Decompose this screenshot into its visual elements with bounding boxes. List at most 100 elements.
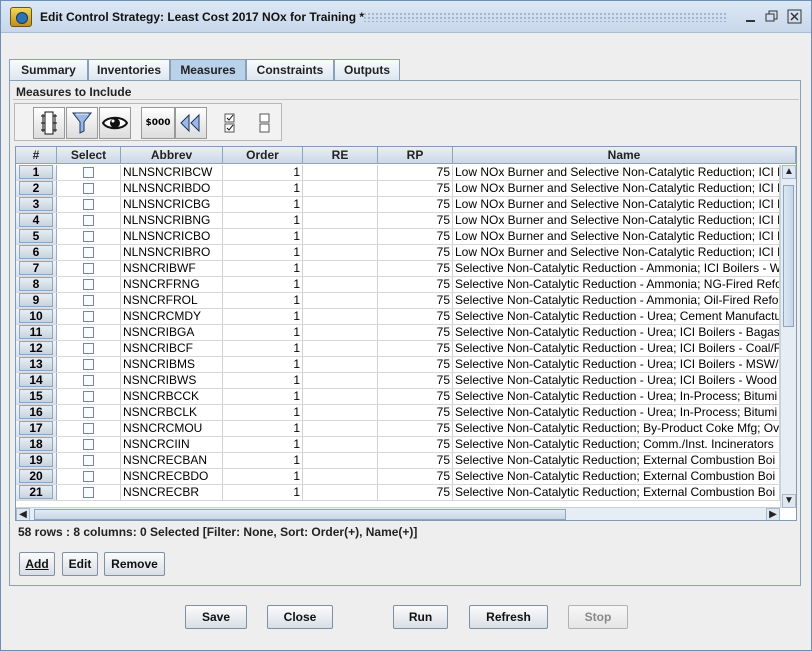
vertical-scrollbar[interactable]: ▲ ▼ <box>780 165 796 508</box>
rp-cell: 75 <box>378 181 453 196</box>
view-icon[interactable] <box>99 107 131 139</box>
remove-measure-button[interactable]: Remove <box>104 552 165 576</box>
abbrev-cell: NLNSNCRICBG <box>121 197 223 212</box>
scroll-left-icon[interactable]: ◀ <box>16 508 30 520</box>
table-row[interactable]: 8 NSNCRFRNG 1 75 Selective Non-Catalytic… <box>16 277 780 293</box>
row-select-checkbox[interactable] <box>83 183 94 194</box>
row-select-checkbox[interactable] <box>83 279 94 290</box>
rp-cell: 75 <box>378 293 453 308</box>
row-select-checkbox[interactable] <box>83 439 94 450</box>
run-button[interactable]: Run <box>393 605 448 629</box>
row-select-checkbox[interactable] <box>83 487 94 498</box>
table-row[interactable]: 16 NSNCRBCLK 1 75 Selective Non-Catalyti… <box>16 405 780 421</box>
table-row[interactable]: 2 NLNSNCRIBDO 1 75 Low NOx Burner and Se… <box>16 181 780 197</box>
name-cell: Selective Non-Catalytic Reduction - Urea… <box>455 325 780 340</box>
order-cell: 1 <box>223 309 303 324</box>
name-cell: Selective Non-Catalytic Reduction; Exter… <box>453 469 780 484</box>
sort-columns-icon[interactable] <box>33 107 65 139</box>
refresh-button[interactable]: Refresh <box>469 605 548 629</box>
rp-cell: 75 <box>378 325 453 340</box>
row-select-checkbox[interactable] <box>83 231 94 242</box>
row-select-checkbox[interactable] <box>83 375 94 386</box>
row-select-checkbox[interactable] <box>83 407 94 418</box>
column-header-number[interactable]: # <box>16 147 57 164</box>
column-header-order[interactable]: Order <box>223 147 303 164</box>
column-header-rp[interactable]: RP <box>378 147 453 164</box>
row-number: 1 <box>16 165 57 180</box>
table-header: # Select Abbrev Order RE RP Name <box>16 147 796 164</box>
order-cell: 1 <box>223 469 303 484</box>
table-row[interactable]: 6 NLNSNCRIBRO 1 75 Low NOx Burner and Se… <box>16 245 780 261</box>
row-number: 14 <box>16 373 57 388</box>
row-select-checkbox[interactable] <box>83 167 94 178</box>
table-row[interactable]: 3 NLNSNCRICBG 1 75 Low NOx Burner and Se… <box>16 197 780 213</box>
row-select-checkbox[interactable] <box>83 199 94 210</box>
tab-constraints[interactable]: Constraints <box>246 59 334 81</box>
reset-icon[interactable] <box>175 107 207 139</box>
tab-outputs[interactable]: Outputs <box>334 59 400 81</box>
filter-icon[interactable] <box>66 107 98 139</box>
name-cell: Selective Non-Catalytic Reduction; Exter… <box>453 453 780 468</box>
select-all-icon[interactable] <box>214 107 246 139</box>
tab-measures[interactable]: Measures <box>170 59 246 81</box>
row-select-checkbox[interactable] <box>83 311 94 322</box>
rp-cell: 75 <box>378 485 453 500</box>
row-select-checkbox[interactable] <box>83 295 94 306</box>
table-row[interactable]: 20 NSNCRECBDO 1 75 Selective Non-Catalyt… <box>16 469 780 485</box>
minimize-icon[interactable] <box>743 9 758 24</box>
row-select-checkbox[interactable] <box>83 263 94 274</box>
column-header-abbrev[interactable]: Abbrev <box>121 147 223 164</box>
table-row[interactable]: 4 NLNSNCRIBNG 1 75 Low NOx Burner and Se… <box>16 213 780 229</box>
table-row[interactable]: 17 NSNCRCMOU 1 75 Selective Non-Catalyti… <box>16 421 780 437</box>
maximize-icon[interactable] <box>764 9 779 24</box>
table-row[interactable]: 15 NSNCRBCCK 1 75 Selective Non-Catalyti… <box>16 389 780 405</box>
window-titlebar[interactable]: Edit Control Strategy: Least Cost 2017 N… <box>1 1 811 33</box>
measures-group-border <box>13 99 799 100</box>
horizontal-scroll-thumb[interactable] <box>34 509 566 520</box>
scroll-down-icon[interactable]: ▼ <box>782 494 796 508</box>
table-row[interactable]: 9 NSNCRFROL 1 75 Selective Non-Catalytic… <box>16 293 780 309</box>
row-select-checkbox[interactable] <box>83 327 94 338</box>
edit-measure-button[interactable]: Edit <box>62 552 98 576</box>
row-select-checkbox[interactable] <box>83 215 94 226</box>
table-row[interactable]: 1 NLNSNCRIBCW 1 75 Low NOx Burner and Se… <box>16 165 780 181</box>
table-row[interactable]: 14 NSNCRIBWS 1 75 Selective Non-Catalyti… <box>16 373 780 389</box>
table-row[interactable]: 18 NSNCRCIIN 1 75 Selective Non-Catalyti… <box>16 437 780 453</box>
column-header-select[interactable]: Select <box>57 147 121 164</box>
column-header-name[interactable]: Name <box>453 147 796 164</box>
name-cell: Selective Non-Catalytic Reduction - Urea… <box>453 373 780 388</box>
close-icon[interactable] <box>787 9 802 24</box>
row-select-checkbox[interactable] <box>83 247 94 258</box>
clear-selection-icon[interactable] <box>249 107 281 139</box>
re-cell <box>303 437 378 452</box>
format-currency-icon[interactable]: $000 <box>141 107 175 139</box>
row-select-checkbox[interactable] <box>83 359 94 370</box>
column-header-re[interactable]: RE <box>303 147 378 164</box>
row-select-checkbox[interactable] <box>83 423 94 434</box>
save-button[interactable]: Save <box>185 605 247 629</box>
select-cell <box>57 245 121 260</box>
close-button[interactable]: Close <box>267 605 333 629</box>
row-select-checkbox[interactable] <box>83 455 94 466</box>
tab-summary[interactable]: Summary <box>9 59 88 81</box>
row-select-checkbox[interactable] <box>83 471 94 482</box>
table-row[interactable]: 11 NSNCRIBGA 1 75 Selective Non-Catalyti… <box>16 325 780 341</box>
row-select-checkbox[interactable] <box>83 391 94 402</box>
scroll-up-icon[interactable]: ▲ <box>782 165 796 179</box>
vertical-scroll-thumb[interactable] <box>783 185 794 327</box>
table-row[interactable]: 13 NSNCRIBMS 1 75 Selective Non-Catalyti… <box>16 357 780 373</box>
scroll-right-icon[interactable]: ▶ <box>766 508 780 520</box>
abbrev-cell: NSNCRCMOU <box>121 421 223 436</box>
rp-cell: 75 <box>378 197 453 212</box>
row-select-checkbox[interactable] <box>83 343 94 354</box>
order-cell: 1 <box>223 485 303 500</box>
tab-inventories[interactable]: Inventories <box>88 59 170 81</box>
table-row[interactable]: 7 NSNCRIBWF 1 75 Selective Non-Catalytic… <box>16 261 780 277</box>
table-row[interactable]: 19 NSNCRECBAN 1 75 Selective Non-Catalyt… <box>16 453 780 469</box>
table-row[interactable]: 12 NSNCRIBCF 1 75 Selective Non-Catalyti… <box>16 341 780 357</box>
horizontal-scrollbar[interactable]: ◀ ▶ <box>16 507 780 520</box>
table-row[interactable]: 21 NSNCRECBR 1 75 Selective Non-Catalyti… <box>16 485 780 501</box>
table-row[interactable]: 10 NSNCRCMDY 1 75 Selective Non-Catalyti… <box>16 309 780 325</box>
table-row[interactable]: 5 NLNSNCRICBO 1 75 Low NOx Burner and Se… <box>16 229 780 245</box>
add-measure-button[interactable]: Add <box>19 552 55 576</box>
